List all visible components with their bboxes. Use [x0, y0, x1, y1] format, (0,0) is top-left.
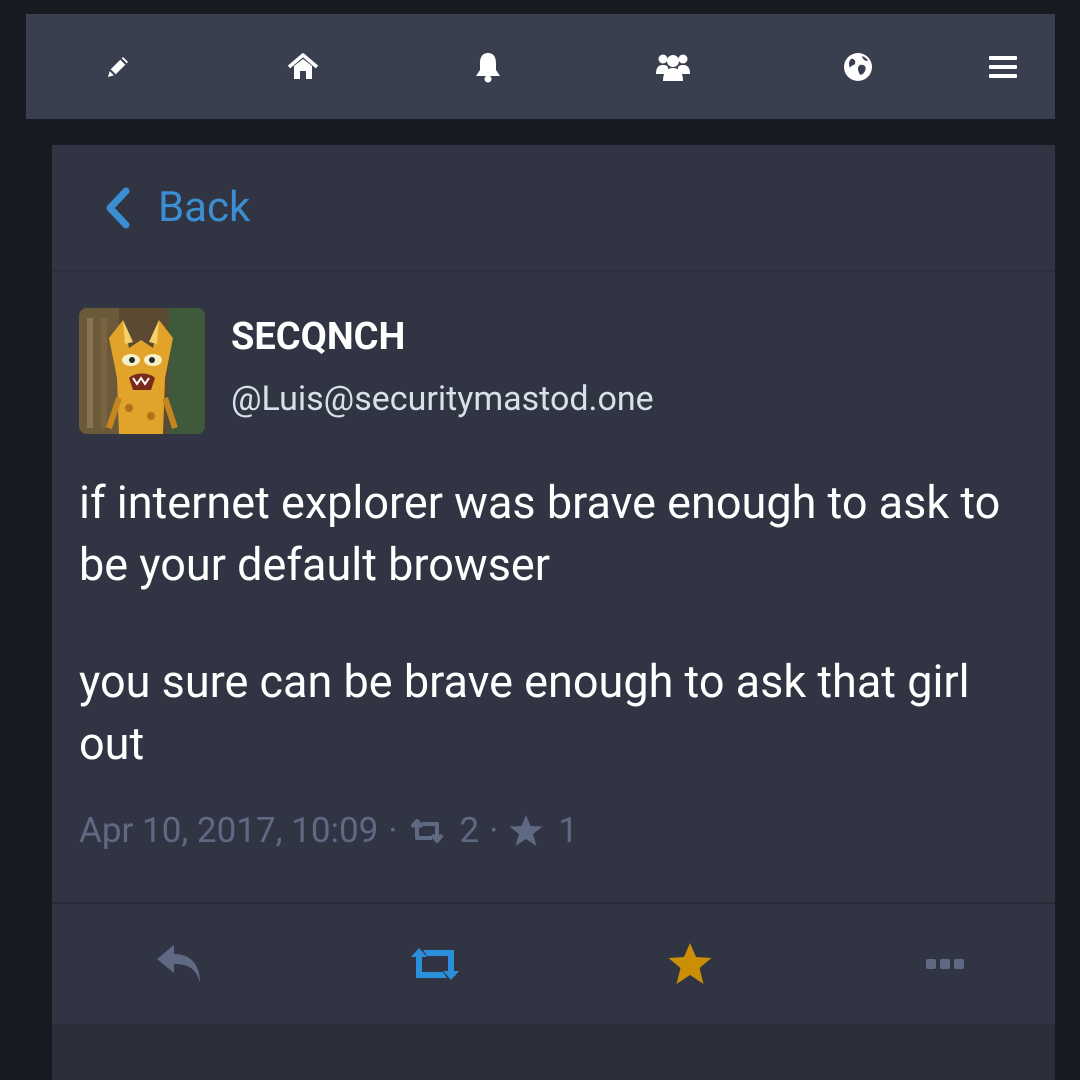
favourite-button[interactable] — [640, 904, 740, 1024]
timestamp-link[interactable]: Apr 10, 2017, 10:09 — [79, 807, 378, 855]
home-button[interactable] — [258, 14, 348, 119]
more-button[interactable] — [895, 904, 995, 1024]
meta-separator: · — [489, 810, 499, 851]
ellipsis-icon — [926, 959, 964, 969]
content-paragraph: if internet explorer was brave enough to… — [79, 476, 1001, 591]
status-content: if internet explorer was brave enough to… — [79, 472, 1019, 775]
top-navigation-bar — [26, 14, 1055, 119]
content-paragraph: you sure can be brave enough to ask that… — [79, 655, 970, 770]
chevron-left-icon — [106, 187, 130, 229]
display-name[interactable]: SECQNCH — [231, 312, 405, 362]
status-meta: Apr 10, 2017, 10:09 · 2 · 1 — [79, 807, 578, 855]
boost-icon — [411, 948, 459, 980]
globe-icon — [844, 52, 872, 81]
star-icon — [509, 815, 543, 846]
users-icon — [656, 54, 690, 81]
meta-separator: · — [388, 810, 398, 851]
notifications-button[interactable] — [443, 14, 533, 119]
action-bar — [52, 902, 1055, 1024]
back-label: Back — [158, 183, 251, 232]
local-timeline-button[interactable] — [628, 14, 718, 119]
reply-button[interactable] — [129, 904, 229, 1024]
menu-icon — [989, 55, 1017, 78]
bell-icon — [476, 52, 500, 82]
menu-button[interactable] — [958, 14, 1048, 119]
compose-button[interactable] — [73, 14, 163, 119]
star-icon — [668, 943, 712, 984]
home-icon — [287, 52, 319, 79]
favourites-count: 1 — [558, 810, 579, 851]
status-detail-panel: Back SECQNCH @Luis@securitymastod.one if… — [52, 145, 1055, 1080]
retweet-icon — [409, 819, 444, 843]
column-header: Back — [52, 145, 1055, 272]
bottom-spacer — [52, 1024, 1055, 1080]
federated-timeline-button[interactable] — [813, 14, 903, 119]
avatar-cat-image — [79, 308, 205, 434]
back-button[interactable]: Back — [104, 183, 250, 233]
boost-button[interactable] — [385, 904, 485, 1024]
avatar[interactable] — [79, 308, 205, 434]
pencil-icon — [108, 56, 128, 77]
reply-icon — [157, 945, 200, 983]
reblogs-count: 2 — [459, 810, 480, 851]
account-handle[interactable]: @Luis@securitymastod.one — [231, 376, 654, 422]
